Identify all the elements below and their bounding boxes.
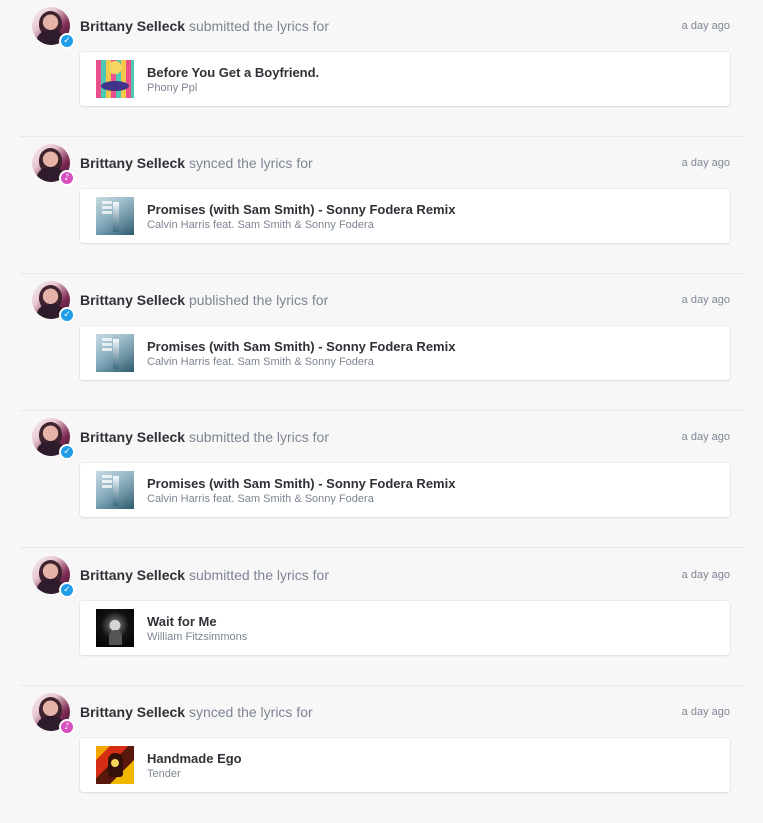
activity-timestamp: a day ago bbox=[681, 706, 730, 718]
activity-item: ♪ Brittany Selleck synced the lyrics for… bbox=[0, 137, 763, 274]
activity-item: ✓ Brittany Selleck submitted the lyrics … bbox=[0, 549, 763, 686]
song-artist-link[interactable]: William Fitzsimmons bbox=[147, 630, 247, 644]
activity-item: ✓ Brittany Selleck submitted the lyrics … bbox=[0, 411, 763, 548]
music-note-badge-icon: ♪ bbox=[59, 719, 75, 735]
activity-headline: Brittany Selleck published the lyrics fo… bbox=[80, 290, 328, 310]
activity-headline: Brittany Selleck synced the lyrics for bbox=[80, 153, 313, 173]
user-link[interactable]: Brittany Selleck bbox=[80, 18, 185, 34]
song-artist-link[interactable]: Calvin Harris feat. Sam Smith & Sonny Fo… bbox=[147, 218, 374, 232]
song-card[interactable]: Wait for Me William Fitzsimmons bbox=[80, 601, 730, 655]
user-link[interactable]: Brittany Selleck bbox=[80, 429, 185, 445]
song-card[interactable]: Promises (with Sam Smith) - Sonny Fodera… bbox=[80, 189, 730, 243]
activity-timestamp: a day ago bbox=[681, 157, 730, 169]
user-link[interactable]: Brittany Selleck bbox=[80, 704, 185, 720]
song-artist-link[interactable]: Tender bbox=[147, 767, 181, 781]
activity-headline: Brittany Selleck submitted the lyrics fo… bbox=[80, 565, 329, 585]
song-card[interactable]: Promises (with Sam Smith) - Sonny Fodera… bbox=[80, 326, 730, 380]
check-badge-icon: ✓ bbox=[59, 444, 75, 460]
activity-headline: Brittany Selleck submitted the lyrics fo… bbox=[80, 427, 329, 447]
album-art[interactable] bbox=[96, 471, 134, 509]
check-badge-icon: ✓ bbox=[59, 33, 75, 49]
song-artist-link[interactable]: Phony Ppl bbox=[147, 81, 197, 95]
song-artist-link[interactable]: Calvin Harris feat. Sam Smith & Sonny Fo… bbox=[147, 492, 374, 506]
song-title-link[interactable]: Promises (with Sam Smith) - Sonny Fodera… bbox=[147, 476, 455, 492]
activity-feed: ✓ Brittany Selleck submitted the lyrics … bbox=[0, 0, 763, 800]
song-title-link[interactable]: Wait for Me bbox=[147, 614, 217, 630]
activity-action: synced the lyrics for bbox=[188, 155, 313, 171]
check-badge-icon: ✓ bbox=[59, 307, 75, 323]
activity-headline: Brittany Selleck submitted the lyrics fo… bbox=[80, 16, 329, 36]
activity-timestamp: a day ago bbox=[681, 431, 730, 443]
activity-item: ♪ Brittany Selleck synced the lyrics for… bbox=[0, 686, 763, 823]
album-art[interactable] bbox=[96, 609, 134, 647]
activity-action: submitted the lyrics for bbox=[188, 429, 330, 445]
album-art[interactable] bbox=[96, 334, 134, 372]
user-link[interactable]: Brittany Selleck bbox=[80, 292, 185, 308]
check-badge-icon: ✓ bbox=[59, 582, 75, 598]
user-link[interactable]: Brittany Selleck bbox=[80, 567, 185, 583]
activity-timestamp: a day ago bbox=[681, 569, 730, 581]
song-card[interactable]: Before You Get a Boyfriend. Phony Ppl bbox=[80, 52, 730, 106]
activity-timestamp: a day ago bbox=[681, 20, 730, 32]
activity-action: synced the lyrics for bbox=[188, 704, 313, 720]
song-card[interactable]: Promises (with Sam Smith) - Sonny Fodera… bbox=[80, 463, 730, 517]
activity-headline: Brittany Selleck synced the lyrics for bbox=[80, 702, 313, 722]
activity-action: published the lyrics for bbox=[188, 292, 329, 308]
song-title-link[interactable]: Promises (with Sam Smith) - Sonny Fodera… bbox=[147, 339, 455, 355]
user-link[interactable]: Brittany Selleck bbox=[80, 155, 185, 171]
activity-timestamp: a day ago bbox=[681, 294, 730, 306]
song-title-link[interactable]: Before You Get a Boyfriend. bbox=[147, 65, 319, 81]
activity-action: submitted the lyrics for bbox=[188, 18, 330, 34]
album-art[interactable] bbox=[96, 746, 134, 784]
album-art[interactable] bbox=[96, 60, 134, 98]
album-art[interactable] bbox=[96, 197, 134, 235]
song-title-link[interactable]: Handmade Ego bbox=[147, 751, 242, 767]
activity-item: ✓ Brittany Selleck submitted the lyrics … bbox=[0, 0, 763, 137]
activity-action: submitted the lyrics for bbox=[188, 567, 330, 583]
song-artist-link[interactable]: Calvin Harris feat. Sam Smith & Sonny Fo… bbox=[147, 355, 374, 369]
song-card[interactable]: Handmade Ego Tender bbox=[80, 738, 730, 792]
activity-item: ✓ Brittany Selleck published the lyrics … bbox=[0, 274, 763, 411]
music-note-badge-icon: ♪ bbox=[59, 170, 75, 186]
song-title-link[interactable]: Promises (with Sam Smith) - Sonny Fodera… bbox=[147, 202, 455, 218]
